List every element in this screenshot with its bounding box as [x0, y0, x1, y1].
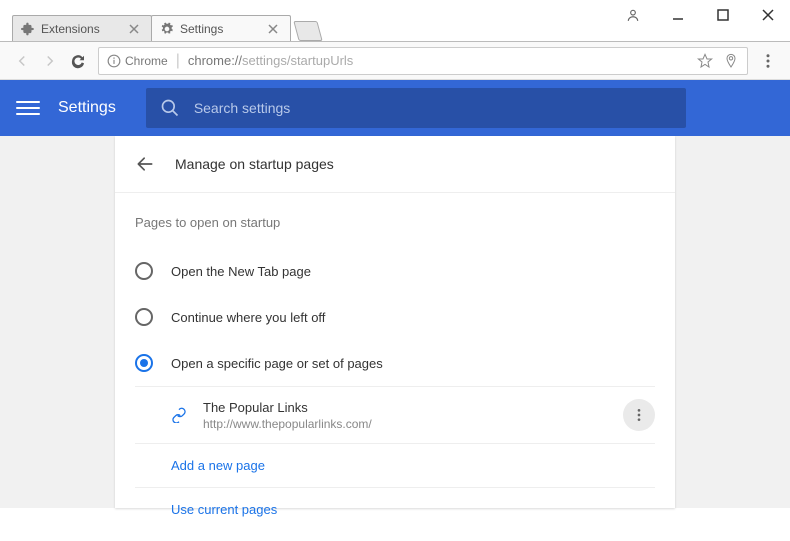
tab-label: Settings: [180, 22, 260, 36]
info-icon: [107, 54, 121, 68]
user-icon: [626, 8, 640, 22]
radio-specific-pages[interactable]: Open a specific page or set of pages: [135, 340, 655, 386]
settings-search-box[interactable]: [146, 88, 686, 128]
origin-chip: Chrome: [107, 54, 168, 68]
origin-label: Chrome: [125, 54, 168, 68]
user-account-button[interactable]: [610, 0, 655, 30]
settings-header: Settings: [0, 80, 790, 136]
section-label: Pages to open on startup: [135, 215, 655, 230]
card-header: Manage on startup pages: [115, 136, 675, 193]
tab-close-icon[interactable]: [127, 22, 141, 36]
back-arrow-icon[interactable]: [135, 154, 155, 174]
settings-content: Manage on startup pages Pages to open on…: [0, 136, 790, 508]
address-bar[interactable]: Chrome | chrome://settings/startupUrls: [98, 47, 748, 75]
radio-icon: [135, 354, 153, 372]
startup-page-row: The Popular Links http://www.thepopularl…: [135, 386, 655, 443]
card-body: Pages to open on startup Open the New Ta…: [115, 193, 675, 541]
page-name: The Popular Links: [203, 400, 623, 415]
page-entry-menu-button[interactable]: [623, 399, 655, 431]
arrow-right-icon: [41, 52, 59, 70]
location-pin-icon[interactable]: [723, 53, 739, 69]
close-window-button[interactable]: [745, 0, 790, 30]
omnibox-actions: [697, 53, 739, 69]
minimize-icon: [671, 8, 685, 22]
settings-app-title: Settings: [58, 99, 116, 117]
kebab-icon: [631, 407, 647, 423]
forward-button[interactable]: [36, 47, 64, 75]
radio-label: Continue where you left off: [171, 310, 325, 325]
omnibox-url: chrome://settings/startupUrls: [188, 53, 697, 68]
radio-continue[interactable]: Continue where you left off: [135, 294, 655, 340]
maximize-button[interactable]: [700, 0, 745, 30]
reload-icon: [69, 52, 87, 70]
maximize-icon: [716, 8, 730, 22]
radio-label: Open a specific page or set of pages: [171, 356, 383, 371]
settings-search-input[interactable]: [194, 100, 672, 116]
tab-settings[interactable]: Settings: [151, 15, 291, 41]
new-tab-button[interactable]: [293, 21, 322, 41]
settings-card: Manage on startup pages Pages to open on…: [115, 136, 675, 508]
close-icon: [761, 8, 775, 22]
use-current-pages-link[interactable]: Use current pages: [135, 487, 655, 531]
gear-icon: [160, 22, 174, 36]
settings-menu-button[interactable]: [16, 96, 40, 120]
omnibox-divider: |: [176, 52, 180, 70]
kebab-icon: [759, 52, 777, 70]
radio-icon: [135, 262, 153, 280]
bookmark-star-icon[interactable]: [697, 53, 713, 69]
radio-label: Open the New Tab page: [171, 264, 311, 279]
browser-toolbar: Chrome | chrome://settings/startupUrls: [0, 42, 790, 80]
browser-menu-button[interactable]: [754, 47, 782, 75]
tab-extensions[interactable]: Extensions: [12, 15, 152, 41]
radio-icon: [135, 308, 153, 326]
add-new-page-link[interactable]: Add a new page: [135, 443, 655, 487]
tab-label: Extensions: [41, 22, 121, 36]
page-url: http://www.thepopularlinks.com/: [203, 417, 623, 431]
window-controls: [610, 0, 790, 30]
radio-open-new-tab[interactable]: Open the New Tab page: [135, 248, 655, 294]
minimize-button[interactable]: [655, 0, 700, 30]
back-button[interactable]: [8, 47, 36, 75]
search-icon: [160, 98, 180, 118]
extension-icon: [21, 22, 35, 36]
tab-close-icon[interactable]: [266, 22, 280, 36]
page-title: Manage on startup pages: [175, 156, 334, 172]
reload-button[interactable]: [64, 47, 92, 75]
link-icon: [171, 407, 187, 423]
page-info: The Popular Links http://www.thepopularl…: [203, 400, 623, 431]
arrow-left-icon: [13, 52, 31, 70]
